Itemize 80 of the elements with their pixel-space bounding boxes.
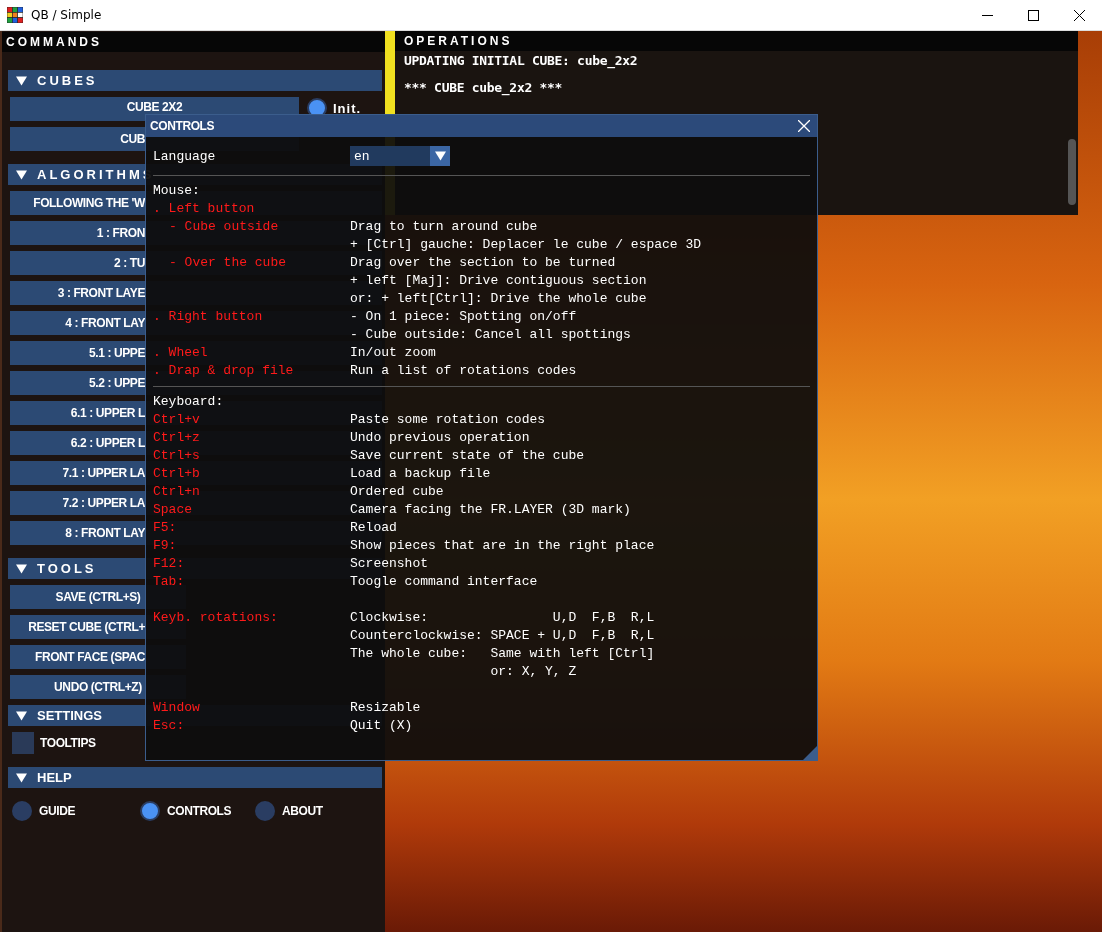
radio-label: ABOUT [282,804,323,818]
radio-button[interactable] [255,801,275,821]
radio-label: CONTROLS [167,804,232,818]
log-line: UPDATING INITIAL CUBE: cube_2x2 [403,53,639,68]
control-label: . Wheel [153,344,209,362]
section-title: SETTINGS [37,708,102,723]
control-label: Ctrl+n [153,483,201,501]
control-description: Show pieces that are in the right place [350,537,656,555]
triangle-down-icon [16,772,27,783]
section-title: HELP [37,770,72,785]
control-label: F12: [153,555,186,573]
section-title: CUBES [37,73,98,88]
panel-title: COMMANDS [2,32,385,52]
resize-grip-icon[interactable] [803,746,817,760]
control-description: Run a list of rotations codes [350,362,578,380]
log-line: *** CUBE cube_2x2 *** [403,80,564,95]
section-header[interactable]: CUBES [8,70,382,91]
control-description: In/out zoom [350,344,437,362]
control-label: Space [153,501,193,519]
control-description: Paste some rotation codes [350,411,547,429]
control-description: - Cube outside: Cancel all spottings [350,326,632,344]
control-label: Ctrl+s [153,447,201,465]
section-title: TOOLS [37,561,97,576]
control-label: Window [153,699,201,717]
dialog-title: CONTROLS [150,119,215,133]
checkbox[interactable] [12,732,34,754]
section-heading: Keyboard: [153,393,225,411]
control-description: Reload [350,519,398,537]
control-description: or: + left[Ctrl]: Drive the whole cube [350,290,648,308]
language-select[interactable]: en [350,146,450,166]
maximize-icon [1027,9,1039,21]
control-label: . Left button [153,200,256,218]
close-icon[interactable] [798,120,810,132]
cube-grid-icon [7,7,23,23]
control-description: The whole cube: Same with left [Ctrl] [350,645,656,663]
control-label: F9: [153,537,178,555]
radio-label: GUIDE [39,804,75,818]
scrollbar-thumb[interactable] [1068,139,1076,205]
control-description: + left [Maj]: Drive contiguous section [350,272,648,290]
control-label: . Right button [153,308,264,326]
control-label: . Drap & drop file [153,362,295,380]
radio-button[interactable] [140,801,160,821]
checkbox-label: TOOLTIPS [40,736,96,750]
control-description: Resizable [350,699,422,717]
control-description: + [Ctrl] gauche: Deplacer le cube / espace 3D [350,236,703,254]
section-header[interactable]: HELP [8,767,382,788]
control-description: Undo previous operation [350,429,531,447]
control-label: Ctrl+z [153,429,201,447]
control-label: - Over the cube [168,254,288,272]
radio-label: Init. [333,100,362,116]
triangle-down-icon [16,169,27,180]
window-title: QB / Simple [31,8,103,22]
control-label: - Cube outside [168,218,280,236]
control-description: Drag over the section to be turned [350,254,617,272]
triangle-down-icon [16,710,27,721]
panel-title: OPERATIONS [395,31,1078,51]
radio-button[interactable] [12,801,32,821]
control-label: Ctrl+v [153,411,201,429]
control-description: Counterclockwise: SPACE + U,D F,B R,L [350,627,656,645]
section-title: ALGORITHMS [37,167,155,182]
dropdown-arrow-icon [434,151,446,161]
control-description: Load a backup file [350,465,492,483]
triangle-down-icon [16,563,27,574]
control-description: Screenshot [350,555,429,573]
control-label: Esc: [153,717,186,735]
section-heading: Mouse: [153,182,201,200]
control-description: Camera facing the FR.LAYER (3D mark) [350,501,632,519]
control-description: Quit (X) [350,717,414,735]
control-label: Ctrl+b [153,465,201,483]
control-description: Save current state of the cube [350,447,586,465]
control-description: Drag to turn around cube [350,218,539,236]
control-description: Clockwise: U,D F,B R,L [350,609,656,627]
control-label: F5: [153,519,178,537]
triangle-down-icon [16,75,27,86]
control-description: Ordered cube [350,483,445,501]
control-description: - On 1 piece: Spotting on/off [350,308,578,326]
close-icon [1073,9,1085,21]
control-description: Toogle command interface [350,573,539,591]
language-label: Language [153,148,217,164]
control-description: or: X, Y, Z [489,663,578,681]
